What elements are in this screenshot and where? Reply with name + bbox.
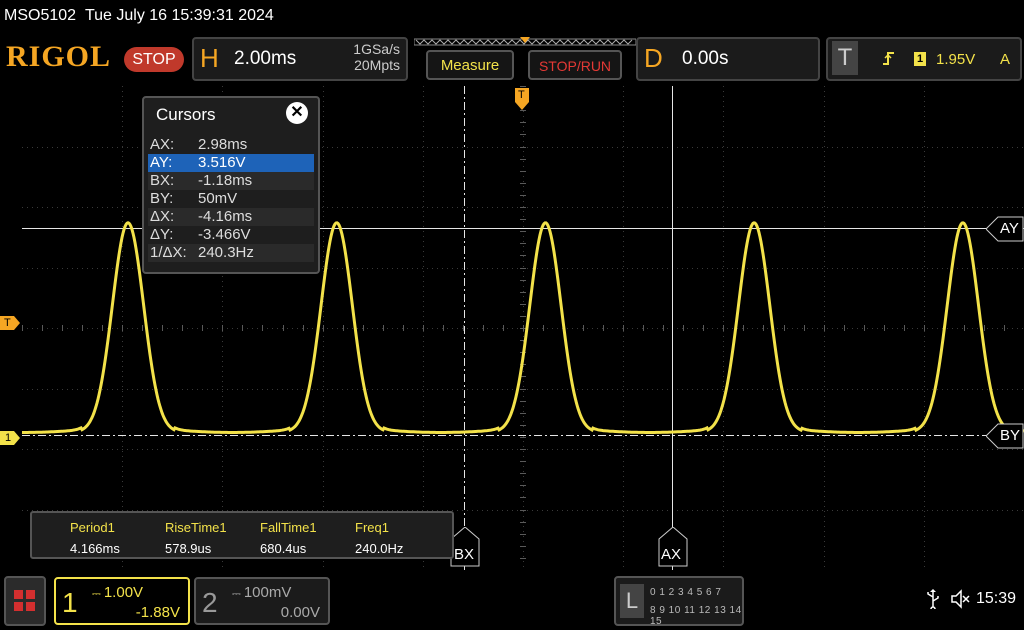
delay-panel[interactable]: D 0.00s xyxy=(636,37,820,81)
measurement-panel[interactable]: Period1 4.166ms RiseTime1 578.9us FallTi… xyxy=(30,511,454,559)
measure-value-risetime: 578.9us xyxy=(165,541,212,556)
sample-rate: 1GSa/s xyxy=(353,41,400,57)
system-clock: 15:39 xyxy=(976,590,1017,607)
cursors-title: Cursors xyxy=(156,105,216,124)
trigger-source: 1 xyxy=(914,52,926,66)
logic-label: L xyxy=(620,584,644,618)
measure-button[interactable]: Measure xyxy=(426,50,514,80)
usb-icon xyxy=(927,589,939,609)
channel-1-number: 1 xyxy=(62,587,78,618)
horizontal-panel[interactable]: H 2.00ms 1GSa/s 20Mpts xyxy=(192,37,408,81)
cursors-panel[interactable]: Cursors ✕ AX: 2.98ms AY: 3.516V BX: -1.18ms… xyxy=(142,96,320,274)
menu-grid-icon xyxy=(14,590,35,611)
dc-coupling-icon: ⎓ xyxy=(232,588,244,600)
status-bar: MSO5102 Tue July 16 15:39:31 2024 xyxy=(0,0,1024,32)
trigger-panel[interactable]: T 1 1.95V A xyxy=(826,37,1022,81)
date-time: Tue July 16 15:39:31 2024 xyxy=(84,7,274,24)
top-toolbar: RIGOL STOP H 2.00ms 1GSa/s 20Mpts Measur… xyxy=(0,34,1024,84)
cursor-ax-tag[interactable]: AX xyxy=(658,527,688,567)
trigger-level-marker[interactable]: T xyxy=(0,316,20,330)
trigger-level: 1.95V xyxy=(936,51,976,68)
trigger-mode: A xyxy=(1000,51,1011,68)
trigger-label: T xyxy=(832,41,858,75)
bottom-bar: 1 ⎓ 1.00V -1.88V 2 ⎓ 100mV 0.00V L 0 1 2… xyxy=(0,574,1024,630)
cursor-row-dy: ΔY: -3.466V xyxy=(150,226,251,243)
memory-position-bar xyxy=(414,37,636,46)
measure-value-period: 4.166ms xyxy=(70,541,120,556)
dc-coupling-icon: ⎓ xyxy=(92,588,104,600)
measure-value-falltime: 680.4us xyxy=(260,541,307,556)
run-state-badge[interactable]: STOP xyxy=(124,47,184,72)
cursor-ay-tag[interactable]: AY xyxy=(986,216,1024,242)
cursor-row-ay[interactable]: AY: 3.516V xyxy=(148,154,314,172)
memory-depth: 20Mpts xyxy=(354,57,400,73)
channel-1-panel[interactable]: 1 ⎓ 1.00V -1.88V xyxy=(54,577,190,625)
model-name: MSO5102 xyxy=(4,7,77,24)
channel-2-number: 2 xyxy=(202,587,218,618)
rigol-logo: RIGOL xyxy=(6,40,112,73)
measure-name-period: Period1 xyxy=(70,520,115,535)
logic-analyzer-panel[interactable]: L 0 1 2 3 4 5 6 7 8 9 10 11 12 13 14 15 xyxy=(614,576,744,627)
channel-2-offset: 0.00V xyxy=(280,604,320,621)
channel-2-scale: ⎓ 100mV xyxy=(232,584,292,601)
horizontal-label: H xyxy=(200,43,219,73)
logic-channels-low: 0 1 2 3 4 5 6 7 xyxy=(650,587,722,598)
delay-value: 0.00s xyxy=(682,48,729,69)
channel-2-panel[interactable]: 2 ⎓ 100mV 0.00V xyxy=(194,577,330,625)
main-menu-button[interactable] xyxy=(4,576,46,626)
ch1-ground-marker[interactable]: 1 xyxy=(0,431,20,445)
cursor-row-by[interactable]: BY: 50mV xyxy=(148,190,314,208)
cursor-by-tag[interactable]: BY xyxy=(986,423,1024,449)
cursor-row-ax[interactable]: AX: 2.98ms xyxy=(148,136,314,154)
measure-name-risetime: RiseTime1 xyxy=(165,520,227,535)
stop-run-button[interactable]: STOP/RUN xyxy=(528,50,622,80)
measure-name-falltime: FallTime1 xyxy=(260,520,317,535)
rising-edge-icon xyxy=(883,52,894,65)
cursor-row-inv-dx: 1/ΔX: 240.3Hz xyxy=(148,244,314,262)
close-icon[interactable]: ✕ xyxy=(286,102,308,124)
speaker-muted-icon[interactable] xyxy=(950,589,970,609)
delay-label: D xyxy=(644,43,663,73)
channel-1-offset: -1.88V xyxy=(135,604,180,621)
acquisition-info: 1GSa/s 20Mpts xyxy=(332,41,400,73)
measure-value-freq: 240.0Hz xyxy=(355,541,404,556)
timebase-value: 2.00ms xyxy=(234,48,297,69)
cursor-row-dx: ΔX: -4.16ms xyxy=(148,208,314,226)
cursor-row-bx[interactable]: BX: -1.18ms xyxy=(148,172,314,190)
cursor-bx-tag[interactable]: BX xyxy=(450,527,480,567)
logic-channels-high: 8 9 10 11 12 13 14 15 xyxy=(650,605,742,627)
channel-1-scale: ⎓ 1.00V xyxy=(92,584,144,601)
measure-name-freq: Freq1 xyxy=(355,520,389,535)
trigger-time-marker[interactable]: T xyxy=(515,88,529,110)
